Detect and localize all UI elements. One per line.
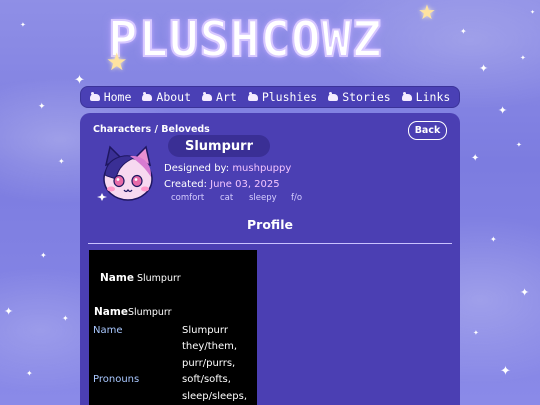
star-icon: ✦ [460,27,467,36]
nav-label: About [156,90,192,104]
character-panel: Characters / Beloveds Back Slumpurr Desi… [80,113,460,405]
cow-icon [328,91,339,101]
profile-name-value: Slumpurr [127,307,172,318]
star-icon: ✦ [530,9,536,16]
star-icon: ✦ [471,153,480,164]
nav-label: Stories [342,90,391,104]
profile-title: Profile [247,217,293,232]
nav-label: Home [103,90,132,104]
nav-art[interactable]: Art [202,90,237,104]
character-info: Designed by: mushpuppy Created: June 03,… [164,161,291,193]
star-icon: ✦ [74,73,85,88]
star-icon: ★ [418,0,436,24]
nav-links[interactable]: Links [401,90,451,104]
pronoun-line: soft/softs, [182,374,231,385]
profile-field-label: Name [93,325,123,336]
cow-icon [202,91,213,101]
star-icon: ✦ [520,54,526,62]
nav-label: Plushies [261,90,318,104]
profile-field-value: Slumpurr [182,325,228,336]
star-icon: ✦ [500,364,511,379]
tag-list: comfort cat sleepy f/o [171,193,302,203]
logo-text: PLUSHCOWZ [107,10,383,69]
profile-field-label: Pronouns [93,374,140,385]
nav-stories[interactable]: Stories [328,90,391,104]
nav-label: Links [415,90,451,104]
star-icon: ✦ [490,235,497,244]
back-button[interactable]: Back [408,121,447,140]
character-name: Slumpurr [168,135,270,157]
star-icon: ✦ [4,305,14,318]
breadcrumb[interactable]: Characters / Beloveds [93,124,210,135]
nav-plushies[interactable]: Plushies [247,90,318,104]
main-nav: Home About Art Plushies Stories Links [80,86,460,108]
star-icon: ✦ [498,104,508,117]
star-icon: ✦ [40,251,47,260]
nav-home[interactable]: Home [89,90,132,104]
star-icon: ✦ [520,286,530,299]
profile-field-value: they/them, purr/purrs, soft/softs, sleep… [182,339,247,405]
star-icon: ✦ [58,157,65,166]
site-logo[interactable]: PLUSHCOWZ ★ ★ [106,2,438,74]
pronoun-line: sleep/sleeps, [182,390,248,402]
cow-icon [401,91,412,101]
designer-link[interactable]: mushpuppy [232,163,291,174]
pronoun-line: purr/purrs, [182,357,236,369]
star-icon: ✦ [62,314,69,323]
tag[interactable]: sleepy [249,193,291,203]
nav-about[interactable]: About [142,90,191,104]
profile-box: Name Slumpurr NameSlumpurr Name Slumpurr… [89,250,257,405]
profile-name-row: Name Slumpurr [100,272,181,284]
created-date: June 03, 2025 [210,179,280,190]
star-icon: ✦ [20,21,26,29]
star-icon: ✦ [479,62,489,75]
cow-icon [247,91,258,101]
star-icon: ✦ [473,329,479,337]
tag[interactable]: comfort [171,193,220,203]
star-icon: ✦ [38,102,46,112]
star-icon: ✦ [516,141,522,149]
star-icon: ✦ [26,369,33,378]
star-icon: ★ [106,48,128,76]
profile-name-row: NameSlumpurr [94,306,172,318]
profile-name-label: Name [94,306,128,318]
designed-by-label: Designed by: [164,163,230,174]
nav-label: Art [216,90,237,104]
profile-name-value: Slumpurr [136,273,181,284]
profile-name-label: Name [100,272,134,284]
pronoun-line: they/them, [182,341,238,352]
avatar [97,145,153,201]
divider [88,243,452,244]
tag[interactable]: f/o [291,193,302,203]
tag[interactable]: cat [220,193,249,203]
cow-icon [142,91,153,101]
created-label: Created: [164,179,207,190]
cow-icon [89,91,100,101]
